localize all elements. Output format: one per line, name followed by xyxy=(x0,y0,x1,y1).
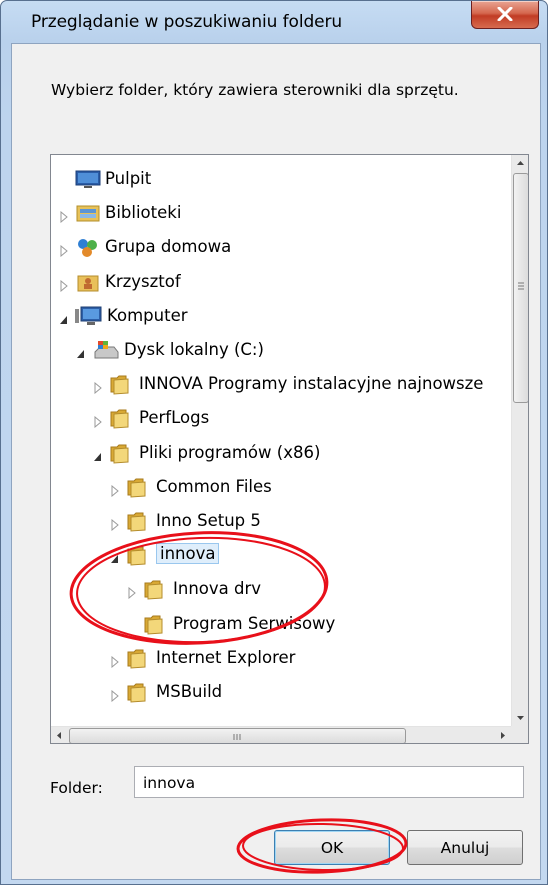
chevron-right-icon xyxy=(501,732,505,739)
collapsed-arrow-icon[interactable] xyxy=(110,687,120,703)
expanded-arrow-icon[interactable] xyxy=(76,345,86,358)
collapsed-arrow-icon[interactable] xyxy=(127,584,137,600)
user-folder-icon xyxy=(75,271,101,297)
horizontal-scroll-thumb[interactable] xyxy=(69,728,406,743)
tree-item[interactable]: Komputer xyxy=(59,302,499,332)
tree-item[interactable]: Dysk lokalny (C:) xyxy=(76,336,516,366)
dialog-title: Przeglądanie w poszukiwaniu folderu xyxy=(31,12,343,32)
vertical-scroll-thumb[interactable] xyxy=(513,173,528,403)
folder-icon xyxy=(126,510,148,536)
chevron-up-icon xyxy=(517,161,524,165)
desktop-icon xyxy=(75,168,101,194)
close-button[interactable] xyxy=(471,1,539,29)
scroll-right-button[interactable] xyxy=(494,727,511,743)
tree-item-label: Krzysztof xyxy=(105,271,181,291)
tree-item-label: Pliki programów (x86) xyxy=(139,442,321,462)
tree-item-label: Inno Setup 5 xyxy=(156,511,261,530)
scroll-up-button[interactable] xyxy=(512,155,528,172)
tree-item[interactable]: Biblioteki xyxy=(59,199,499,229)
collapsed-arrow-icon[interactable] xyxy=(110,516,120,532)
cancel-button[interactable]: Anuluj xyxy=(407,830,523,865)
tree-item[interactable]: Inno Setup 5 xyxy=(110,507,528,537)
scrollbar-corner xyxy=(511,726,528,743)
tree-item-label: Innova drv xyxy=(173,579,262,599)
collapsed-arrow-icon[interactable] xyxy=(59,208,69,224)
dialog-body: Wybierz folder, który zawiera sterowniki… xyxy=(11,43,541,880)
tree-item-label: PerfLogs xyxy=(139,408,210,428)
drive-icon xyxy=(92,339,120,365)
homegroup-icon xyxy=(75,236,101,262)
collapsed-arrow-icon[interactable] xyxy=(59,277,69,292)
vertical-scrollbar[interactable] xyxy=(511,155,528,726)
expanded-arrow-icon[interactable] xyxy=(110,550,120,564)
horizontal-scrollbar[interactable] xyxy=(51,726,511,743)
tree-item[interactable]: Innova drv xyxy=(127,575,528,605)
tree-item-label: MSBuild xyxy=(156,682,223,701)
scroll-left-button[interactable] xyxy=(51,727,68,743)
tree-item-label: Biblioteki xyxy=(105,203,182,223)
folder-icon xyxy=(126,647,148,673)
folder-icon xyxy=(109,442,131,468)
tree-item[interactable]: Internet Explorer xyxy=(110,644,528,674)
grip-lines-icon xyxy=(518,282,524,290)
tree-item[interactable]: Pliki programów (x86) xyxy=(93,439,528,469)
folder-label: Folder: xyxy=(50,779,103,797)
collapsed-arrow-icon[interactable] xyxy=(110,653,120,668)
chevron-down-icon xyxy=(517,716,524,720)
collapsed-arrow-icon[interactable] xyxy=(93,413,103,429)
expanded-arrow-icon[interactable] xyxy=(93,448,103,461)
tree-item[interactable]: Krzysztof xyxy=(59,268,499,298)
tree-item-label: Pulpit xyxy=(105,169,152,188)
tree-item[interactable]: innova xyxy=(110,541,528,571)
folder-icon xyxy=(109,373,131,399)
tree-item-label: Common Files xyxy=(156,476,272,496)
expanded-arrow-icon[interactable] xyxy=(59,311,69,324)
instruction-text: Wybierz folder, który zawiera sterowniki… xyxy=(51,81,459,99)
close-icon xyxy=(497,7,513,21)
folder-icon xyxy=(143,578,165,604)
tree-item[interactable]: Program Serwisowy xyxy=(127,610,528,640)
folder-icon xyxy=(126,476,148,502)
tree-item-label: Komputer xyxy=(107,305,188,325)
tree-item[interactable]: Grupa domowa xyxy=(59,233,499,263)
tree-item-label: Dysk lokalny (C:) xyxy=(124,340,264,359)
tree-item[interactable]: INNOVA Programy instalacyjne najnowsze xyxy=(93,370,528,400)
tree-item-label: INNOVA Programy instalacyjne najnowsze xyxy=(139,374,484,394)
collapsed-arrow-icon[interactable] xyxy=(110,482,120,497)
tree-item-label: Program Serwisowy xyxy=(173,613,336,633)
libraries-icon xyxy=(75,202,101,228)
tree-item-label: Grupa domowa xyxy=(105,237,232,257)
folder-icon xyxy=(126,681,148,707)
folder-icon xyxy=(109,407,131,433)
computer-icon xyxy=(75,305,103,331)
collapsed-arrow-icon[interactable] xyxy=(59,242,69,258)
folder-input[interactable] xyxy=(134,766,524,798)
ok-button[interactable]: OK xyxy=(274,830,390,865)
tree-item-label: innova xyxy=(156,543,220,565)
tree-item[interactable]: PerfLogs xyxy=(93,404,528,434)
collapsed-arrow-icon[interactable] xyxy=(93,379,103,395)
folder-tree[interactable]: Pulpit Biblioteki Grupa domowa Krzysztof Kom… xyxy=(50,154,529,744)
tree-item[interactable]: Pulpit xyxy=(59,165,499,195)
grip-lines-icon xyxy=(233,734,241,740)
folder-icon xyxy=(126,544,148,570)
tree-item-label: Internet Explorer xyxy=(156,647,296,667)
chevron-left-icon xyxy=(57,732,61,739)
scroll-down-button[interactable] xyxy=(512,709,528,726)
folder-icon xyxy=(143,613,165,639)
title-bar[interactable]: Przeglądanie w poszukiwaniu folderu xyxy=(1,1,547,39)
tree-item[interactable]: MSBuild xyxy=(110,678,528,708)
tree-item[interactable]: Common Files xyxy=(110,473,528,503)
browse-folder-dialog: Przeglądanie w poszukiwaniu folderu Wybi… xyxy=(0,0,548,885)
